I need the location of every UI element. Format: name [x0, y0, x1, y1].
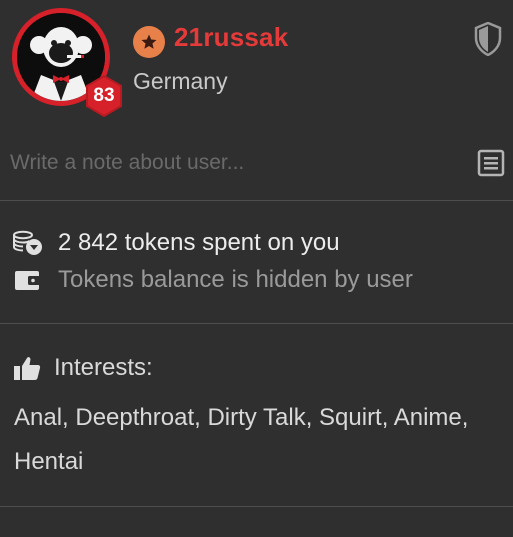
divider: [0, 200, 513, 201]
user-country: Germany: [133, 68, 228, 94]
wallet-icon: [15, 271, 40, 290]
note-row: [0, 128, 513, 200]
tokens-balance-row: Tokens balance is hidden by user: [12, 264, 413, 296]
shield-icon[interactable]: [474, 22, 502, 56]
note-icon[interactable]: [476, 148, 506, 178]
user-header: 83 21russak Germany: [0, 0, 513, 128]
tokens-spent-text: 2 842 tokens spent on you: [58, 229, 340, 256]
interests-label: Interests:: [54, 354, 153, 381]
tokens-spent-row: 2 842 tokens spent on you: [12, 227, 340, 259]
tokens-balance-text: Tokens balance is hidden by user: [58, 266, 413, 293]
user-note-input[interactable]: [10, 146, 450, 180]
divider: [0, 323, 513, 324]
coins-icon: [13, 230, 42, 255]
avatar-wrap[interactable]: 83: [12, 8, 122, 118]
interests-header: Interests:: [12, 352, 153, 384]
interests-list: Anal, Deepthroat, Dirty Talk, Squirt, An…: [14, 404, 469, 475]
level-badge: 83: [82, 74, 126, 118]
level-number: 83: [93, 85, 115, 106]
divider: [0, 506, 513, 507]
star-badge-icon: [133, 26, 165, 58]
username[interactable]: 21russak: [174, 22, 288, 53]
thumbs-up-icon: [14, 357, 41, 380]
